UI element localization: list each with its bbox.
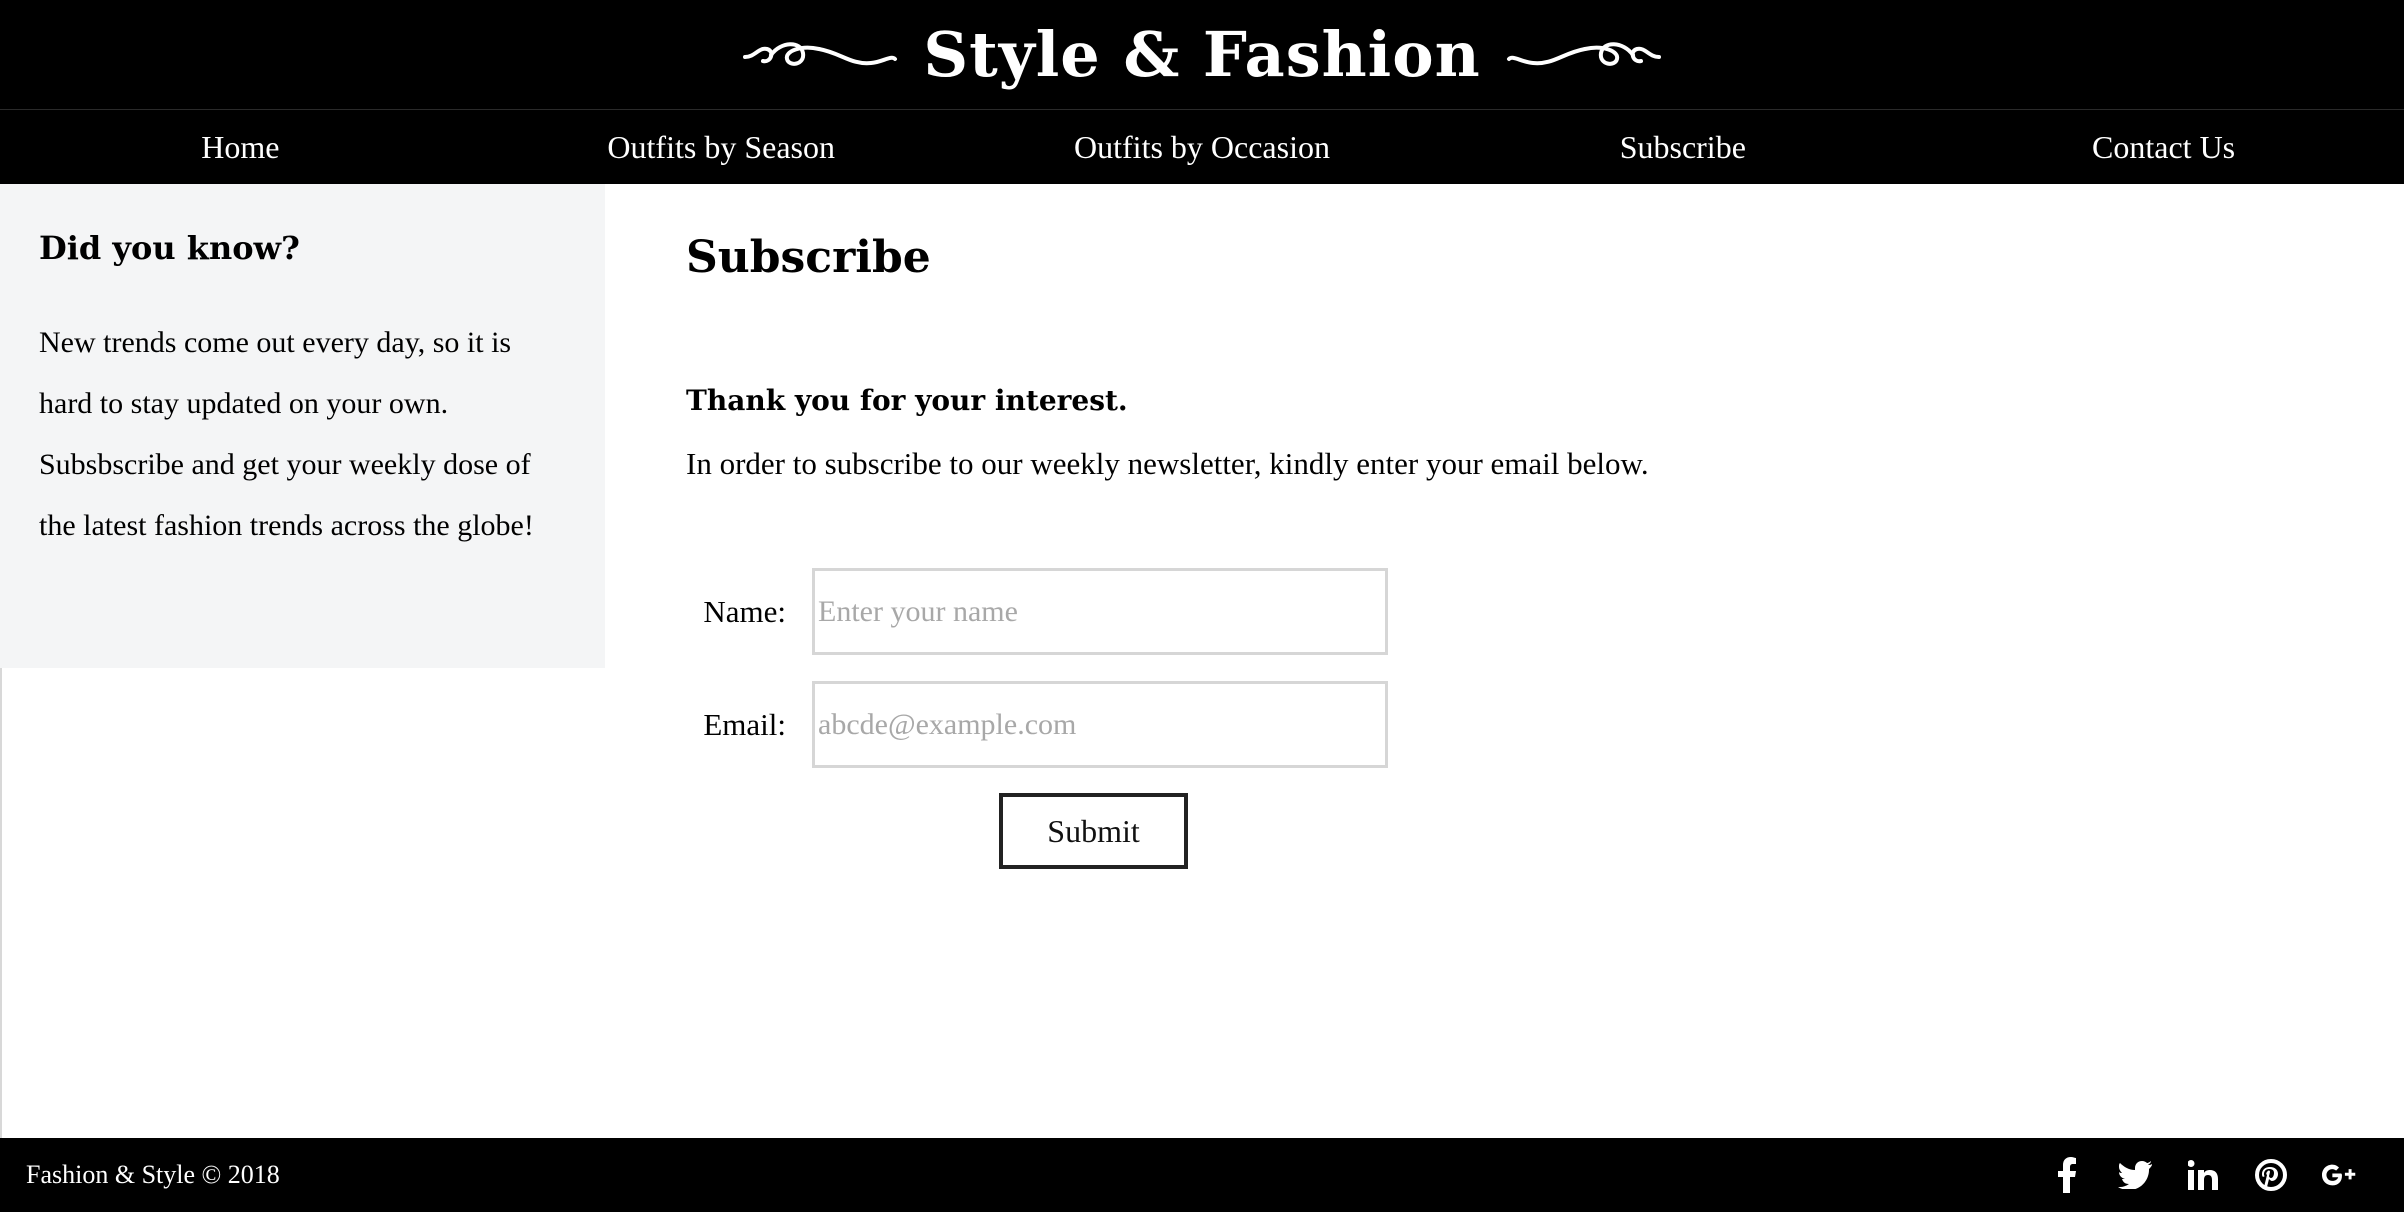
swirl-ornament-icon [1503, 35, 1663, 75]
sidebar-heading: Did you know? [39, 229, 300, 267]
site-footer: Fashion & Style © 2018 [0, 1138, 2404, 1212]
email-label: Email: [703, 706, 786, 742]
copyright-text: Fashion & Style © 2018 [26, 1160, 280, 1189]
facebook-icon[interactable] [2050, 1157, 2084, 1193]
instructions-text: In order to subscribe to our weekly news… [686, 446, 1649, 481]
pinterest-icon[interactable] [2254, 1158, 2288, 1192]
left-divider [0, 668, 2, 1138]
nav-item-subscribe[interactable]: Subscribe [1442, 110, 1923, 184]
main-content: Subscribe Thank you for your interest. I… [686, 232, 2286, 869]
page-title: Subscribe [686, 232, 931, 283]
email-row: Email: [686, 681, 1388, 768]
thank-you-text: Thank you for your interest. [686, 384, 1128, 417]
social-links [2050, 1157, 2356, 1193]
nav-item-contact-us[interactable]: Contact Us [1923, 110, 2404, 184]
site-header: Style & Fashion [0, 0, 2404, 109]
email-input[interactable] [812, 681, 1388, 768]
swirl-ornament-icon [741, 35, 901, 75]
sidebar-body: New trends come out every day, so it is … [39, 326, 534, 542]
submit-button[interactable]: Submit [999, 793, 1188, 869]
twitter-icon[interactable] [2118, 1158, 2152, 1192]
nav-item-home[interactable]: Home [0, 110, 481, 184]
name-input[interactable] [812, 568, 1388, 655]
site-title: Style & Fashion [923, 17, 1481, 91]
brand[interactable]: Style & Fashion [741, 17, 1663, 91]
nav-item-outfits-by-occasion[interactable]: Outfits by Occasion [962, 110, 1443, 184]
name-label: Name: [703, 593, 786, 629]
name-row: Name: [686, 568, 1388, 655]
linkedin-icon[interactable] [2186, 1158, 2220, 1192]
sidebar: Did you know? New trends come out every … [0, 184, 605, 668]
nav-item-outfits-by-season[interactable]: Outfits by Season [481, 110, 962, 184]
google-plus-icon[interactable] [2322, 1158, 2356, 1192]
main-nav: Home Outfits by Season Outfits by Occasi… [0, 109, 2404, 184]
